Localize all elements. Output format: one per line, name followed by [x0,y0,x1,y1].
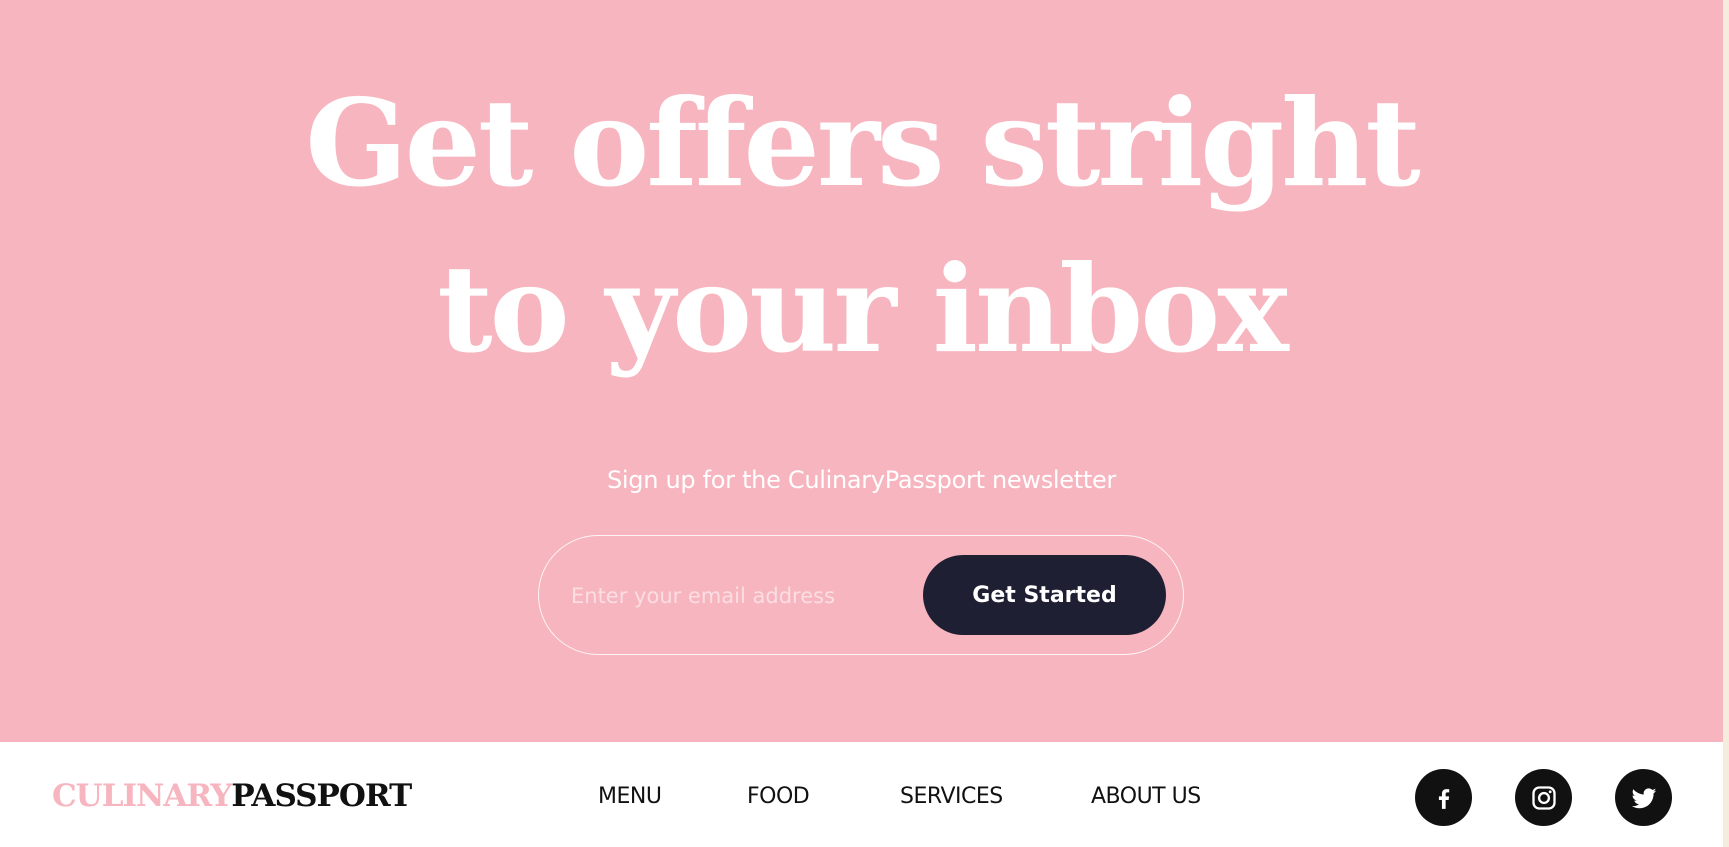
nav-services-link[interactable]: SERVICES [900,784,1003,809]
email-input[interactable] [569,574,903,618]
get-started-button[interactable]: Get Started [923,555,1166,635]
instagram-icon [1531,785,1556,810]
facebook-icon [1438,788,1449,809]
logo-part-culinary: CULINARY [52,778,232,814]
headline-line-2: to your inbox [437,239,1289,380]
facebook-button[interactable] [1415,769,1472,826]
nav-about-us-link[interactable]: ABOUT US [1091,784,1201,809]
site-logo[interactable]: CULINARYPASSPORT [52,778,412,814]
newsletter-signup-form: Get Started [538,535,1184,655]
newsletter-subtitle: Sign up for the CulinaryPassport newslet… [606,466,1117,494]
headline-line-1: Get offers stright [305,73,1421,214]
twitter-button[interactable] [1615,769,1672,826]
newsletter-hero: Get offers stright to your inbox Sign up… [0,0,1723,742]
instagram-button[interactable] [1515,769,1572,826]
nav-food-link[interactable]: FOOD [747,784,810,809]
logo-part-passport: PASSPORT [231,778,412,814]
footer: CULINARYPASSPORT MENU FOOD SERVICES ABOU… [0,742,1723,847]
nav-menu-link[interactable]: MENU [598,784,662,809]
twitter-icon [1631,787,1656,808]
